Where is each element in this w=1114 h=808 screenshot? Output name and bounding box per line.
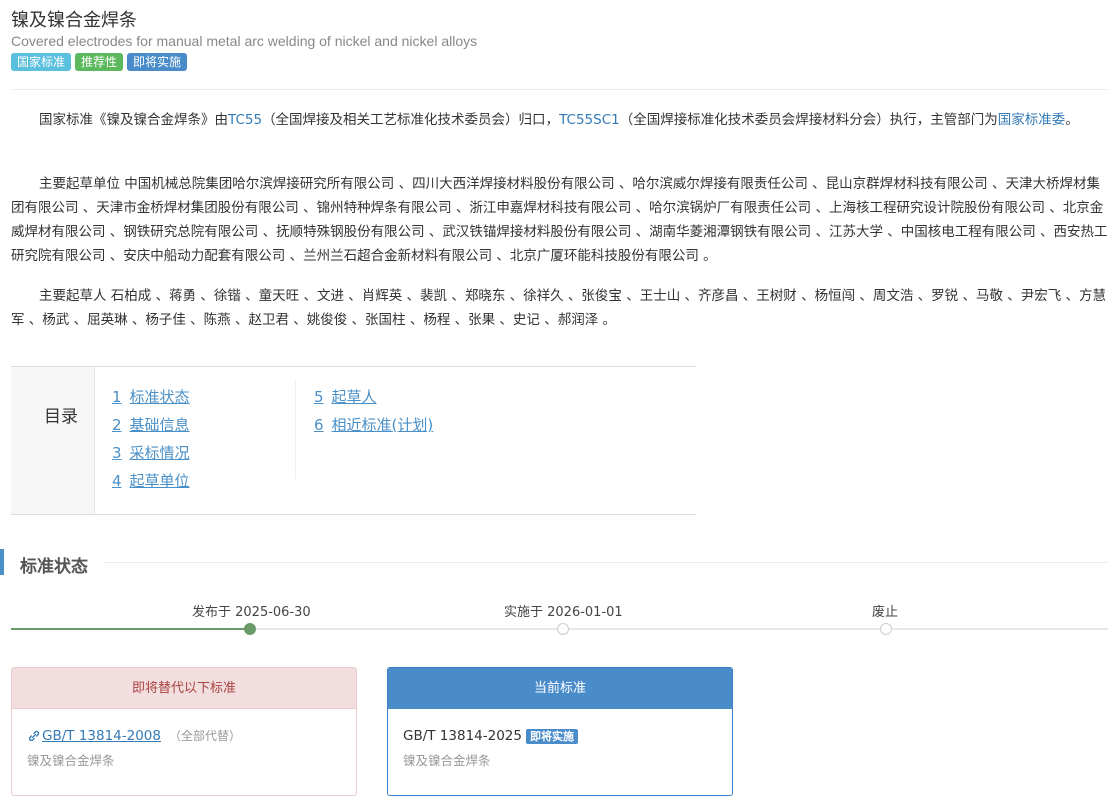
intro-text: 国家标准《镍及镍合金焊条》由 xyxy=(39,112,228,128)
toc-item-drafters[interactable]: 5 起草人 xyxy=(314,383,433,411)
toc-item-basic-info[interactable]: 2 基础信息 xyxy=(112,411,190,439)
toc-column: 5 起草人 6 相近标准(计划) xyxy=(295,381,433,479)
drafters-paragraph: 主要起草人 石柏成 、蒋勇 、徐锴 、童天旺 、文进 、肖辉英 、裴凯 、郑晓东… xyxy=(11,288,1107,328)
page-subtitle: Covered electrodes for manual metal arc … xyxy=(11,33,478,49)
table-of-contents: 目录 1 标准状态 2 基础信息 3 采标情况 4 起草单位 5 起草人 6 相近标准(计划… xyxy=(11,366,696,515)
section-header-status: 标准状态 xyxy=(0,549,1114,577)
timeline-label-abolished: 废止 xyxy=(872,605,899,620)
status-badge: 即将实施 xyxy=(525,728,578,744)
toc-item-status[interactable]: 1 标准状态 xyxy=(112,383,190,411)
replacement-note: （全部代替） xyxy=(168,729,241,743)
card-body: GB/T 13814-2025 即将实施 镍及镍合金焊条 xyxy=(388,709,732,786)
timeline-progress xyxy=(11,628,250,630)
tc55sc1-link[interactable]: TC55SC1 xyxy=(559,112,620,128)
page-title: 镍及镍合金焊条 xyxy=(11,10,137,31)
badge-upcoming: 即将实施 xyxy=(127,53,188,71)
badge-national-standard: 国家标准 xyxy=(11,53,72,71)
card-header: 当前标准 xyxy=(388,668,732,709)
current-standard-code: GB/T 13814-2025 xyxy=(403,728,522,744)
intro-text: 。 xyxy=(1065,112,1079,128)
standard-name: 镍及镍合金焊条 xyxy=(27,753,115,768)
standard-line: GB/T 13814-2025 即将实施 xyxy=(403,726,717,746)
link-icon xyxy=(28,730,40,742)
divider xyxy=(11,89,1108,90)
timeline-dot-abolished xyxy=(880,623,892,635)
toc-item-adoption[interactable]: 3 采标情况 xyxy=(112,439,190,467)
badge-group: 国家标准 推荐性 即将实施 xyxy=(11,53,188,71)
tc55-link[interactable]: TC55 xyxy=(228,112,262,128)
drafting-units-paragraph: 主要起草单位 中国机械总院集团哈尔滨焊接研究所有限公司 、四川大西洋焊接材料股份… xyxy=(11,176,1108,264)
timeline-dot-published xyxy=(244,623,256,635)
intro-text: （全国焊接标准化技术委员会焊接材料分会）执行，主管部门为 xyxy=(619,112,998,128)
replaced-standard-link[interactable]: GB/T 13814-2008 xyxy=(42,726,161,746)
card-header: 即将替代以下标准 xyxy=(12,668,356,709)
badge-recommended: 推荐性 xyxy=(75,53,124,71)
replaced-standard-card: 即将替代以下标准 GB/T 13814-2008 （全部代替） 镍及镍合金焊条 xyxy=(11,667,357,796)
timeline-label-published: 发布于 2025-06-30 xyxy=(192,605,311,620)
section-divider xyxy=(103,562,1108,563)
section-title: 标准状态 xyxy=(20,557,88,577)
intro-paragraph: 国家标准《镍及镍合金焊条》由TC55（全国焊接及相关工艺标准化技术委员会）归口，… xyxy=(11,108,1111,132)
section-accent-bar xyxy=(0,549,4,575)
standard-line: GB/T 13814-2008 （全部代替） xyxy=(27,726,341,746)
current-standard-card: 当前标准 GB/T 13814-2025 即将实施 镍及镍合金焊条 xyxy=(387,667,733,796)
toc-label: 目录 xyxy=(44,407,78,427)
standard-name: 镍及镍合金焊条 xyxy=(403,753,491,768)
toc-item-similar[interactable]: 6 相近标准(计划) xyxy=(314,411,433,439)
toc-column: 1 标准状态 2 基础信息 3 采标情况 4 起草单位 xyxy=(112,383,190,495)
intro-text: （全国焊接及相关工艺标准化技术委员会）归口， xyxy=(262,112,560,128)
card-body: GB/T 13814-2008 （全部代替） 镍及镍合金焊条 xyxy=(12,709,356,786)
timeline-dot-effective xyxy=(557,623,569,635)
authority-link[interactable]: 国家标准委 xyxy=(998,112,1066,128)
toc-item-drafting-units[interactable]: 4 起草单位 xyxy=(112,467,190,495)
toc-label-box: 目录 xyxy=(11,367,95,514)
timeline-label-effective: 实施于 2026-01-01 xyxy=(504,605,623,620)
